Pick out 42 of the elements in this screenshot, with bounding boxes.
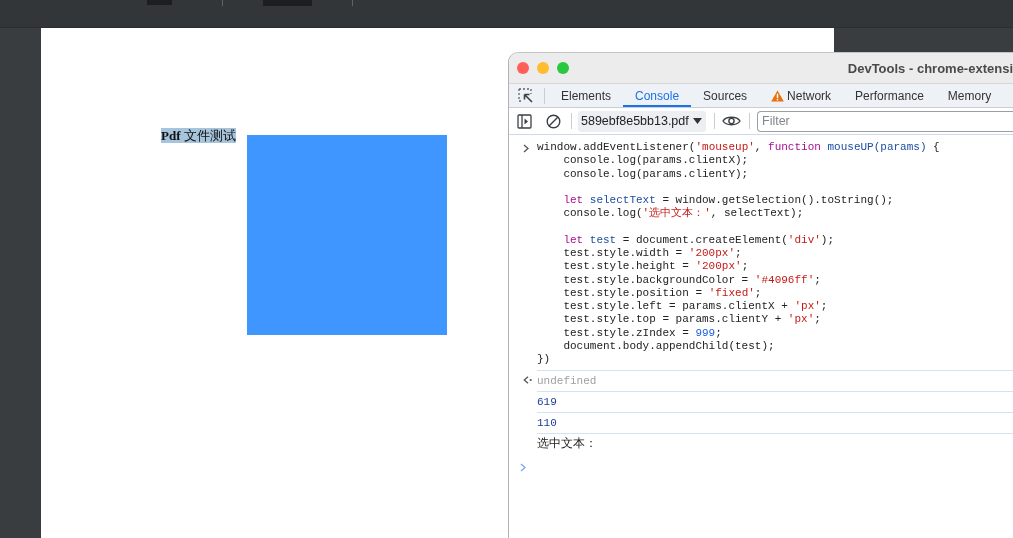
code-line: let selectText = window.getSelection().toString(); [563,194,895,207]
code-line: }) [537,353,552,367]
tab[interactable]: Memory [935,84,1004,107]
context-dropdown[interactable]: 589ebf8e5bb13.pdf [578,110,706,132]
return-arrow-icon [523,376,532,385]
code-line: let test = document.createElement('div'); [563,233,836,247]
minimize-icon[interactable] [537,62,549,74]
code-line: test.style.left = params.clientX + 'px'; [563,300,829,314]
dashed-box-arrow-icon[interactable] [518,88,533,103]
tab[interactable]: Console [623,84,692,107]
code-line: console.log(params.clientY); [563,167,750,181]
code-line: test.style.height = '200px'; [563,260,750,274]
code-line: test.style.width = '200px'; [563,247,743,261]
log-number: 110 [537,416,557,429]
caret-icon [692,118,702,124]
log-message: 选中文本： [537,435,597,453]
tab[interactable]: Performance [843,84,936,107]
log-number: 619 [537,395,557,408]
code-line: document.body.appendChild(test); [563,339,776,353]
return-value: undefined [537,374,597,387]
code-line: test.style.top = params.clientY + 'px'; [563,313,822,327]
pdf-text: Pdf 文件测试 [161,128,236,143]
page-number-field[interactable] [147,0,172,5]
tab[interactable]: Elements [549,84,624,107]
code-line: test.style.position = 'fixed'; [563,286,763,300]
window-title: DevTools - chrome-extensi [847,60,1013,76]
chevron-icon [523,143,529,153]
code-line: console.log('选中文本：', selectText); [563,207,805,221]
code-line: console.log(params.clientX); [563,154,750,168]
zoom-field[interactable] [263,0,312,6]
code-line: test.style.zIndex = 999; [563,326,723,340]
maximize-icon[interactable] [557,62,569,74]
close-icon[interactable] [517,62,529,74]
tab[interactable]: Network [759,84,844,107]
tab[interactable]: Sources [691,84,760,107]
code-line: window.addEventListener('mouseup', function mouseUP(params) { [537,141,941,155]
eye-icon[interactable] [722,115,741,127]
circle-slash-icon[interactable] [546,113,561,129]
filter-field[interactable]: Filter [757,110,1013,132]
sidebar-toggle-icon[interactable] [517,113,532,129]
prompt-chevron-icon [520,463,526,473]
code-line: test.style.backgroundColor = '#4096ff'; [563,273,822,287]
